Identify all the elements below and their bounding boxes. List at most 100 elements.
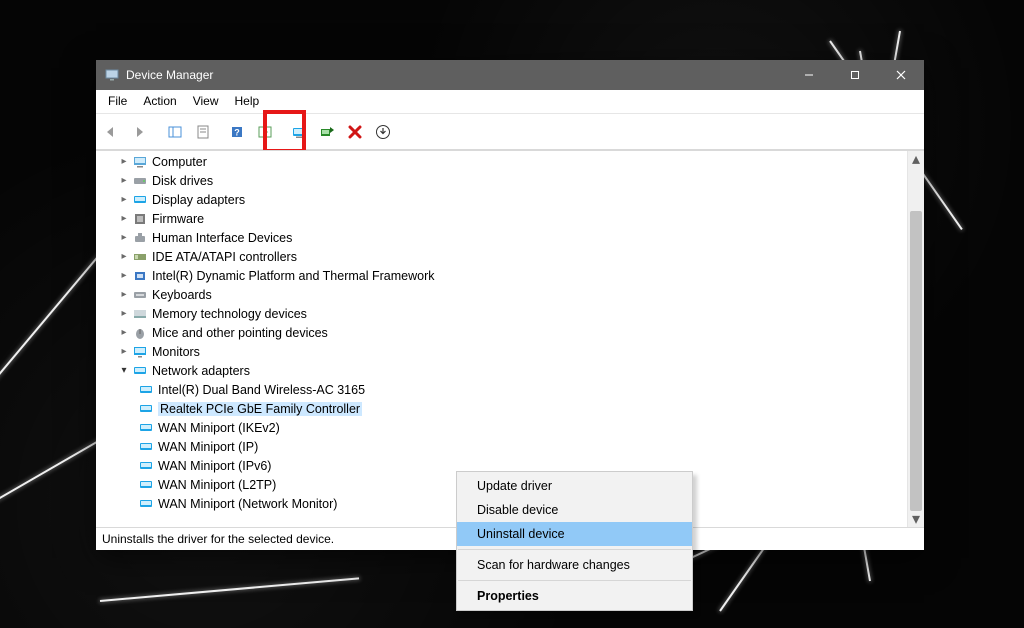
- ctx-scan-hardware[interactable]: Scan for hardware changes: [457, 553, 692, 577]
- network-adapter-icon: [138, 401, 154, 417]
- action-button[interactable]: [252, 119, 278, 145]
- tree-category[interactable]: ▸ IDE ATA/ATAPI controllers: [102, 247, 908, 266]
- tree-category[interactable]: ▸ Disk drives: [102, 171, 908, 190]
- back-button[interactable]: [98, 119, 124, 145]
- tree-category[interactable]: ▾ Network adapters: [102, 361, 908, 380]
- uninstall-device-button[interactable]: [370, 119, 396, 145]
- network-adapter-icon: [138, 382, 154, 398]
- ctx-properties[interactable]: Properties: [457, 584, 692, 608]
- tree-item[interactable]: Intel(R) Dual Band Wireless-AC 3165: [102, 380, 908, 399]
- network-adapter-icon: [138, 496, 154, 512]
- tree-label: Mice and other pointing devices: [152, 326, 328, 340]
- ctx-separator: [458, 580, 691, 581]
- chip-icon: [132, 268, 148, 284]
- chevron-right-icon[interactable]: ▸: [118, 175, 130, 187]
- tree-label: Memory technology devices: [152, 307, 307, 321]
- context-menu: Update driver Disable device Uninstall d…: [456, 471, 693, 611]
- network-adapter-icon: [138, 420, 154, 436]
- chevron-right-icon[interactable]: ▸: [118, 346, 130, 358]
- tree-label: Monitors: [152, 345, 200, 359]
- enable-device-button[interactable]: [314, 119, 340, 145]
- display-adapter-icon: [132, 192, 148, 208]
- monitor-icon: [132, 344, 148, 360]
- tree-label: WAN Miniport (Network Monitor): [158, 497, 337, 511]
- toolbar: ?: [96, 113, 924, 150]
- scroll-thumb[interactable]: [910, 211, 922, 511]
- mouse-icon: [132, 325, 148, 341]
- chevron-right-icon[interactable]: ▸: [118, 289, 130, 301]
- tree-item[interactable]: WAN Miniport (IKEv2): [102, 418, 908, 437]
- menu-view[interactable]: View: [185, 92, 227, 110]
- memory-icon: [132, 306, 148, 322]
- show-hide-tree-button[interactable]: [162, 119, 188, 145]
- status-text: Uninstalls the driver for the selected d…: [102, 532, 334, 546]
- tree-category[interactable]: ▸ Monitors: [102, 342, 908, 361]
- disable-device-button[interactable]: [342, 119, 368, 145]
- vertical-scrollbar[interactable]: ▴ ▾: [907, 151, 924, 527]
- tree-label: WAN Miniport (IP): [158, 440, 258, 454]
- forward-button[interactable]: [126, 119, 152, 145]
- chevron-right-icon[interactable]: ▸: [118, 156, 130, 168]
- menu-bar: File Action View Help: [96, 90, 924, 113]
- menu-help[interactable]: Help: [227, 92, 268, 110]
- tree-item[interactable]: WAN Miniport (IP): [102, 437, 908, 456]
- chevron-right-icon[interactable]: ▸: [118, 270, 130, 282]
- ctx-separator: [458, 549, 691, 550]
- tree-category[interactable]: ▸ Keyboards: [102, 285, 908, 304]
- tree-label: Realtek PCIe GbE Family Controller: [158, 402, 362, 416]
- tree-label: Network adapters: [152, 364, 250, 378]
- update-driver-button[interactable]: [286, 119, 312, 145]
- tree-category[interactable]: ▸ Intel(R) Dynamic Platform and Thermal …: [102, 266, 908, 285]
- tree-label: Disk drives: [152, 174, 213, 188]
- properties-button[interactable]: [190, 119, 216, 145]
- tree-category[interactable]: ▸ Display adapters: [102, 190, 908, 209]
- ctx-uninstall-device[interactable]: Uninstall device: [457, 522, 692, 546]
- tree-label: IDE ATA/ATAPI controllers: [152, 250, 297, 264]
- ide-icon: [132, 249, 148, 265]
- network-adapter-icon: [138, 439, 154, 455]
- tree-label: Human Interface Devices: [152, 231, 292, 245]
- chevron-right-icon[interactable]: ▸: [118, 251, 130, 263]
- ctx-disable-device[interactable]: Disable device: [457, 498, 692, 522]
- tree-category[interactable]: ▸ Mice and other pointing devices: [102, 323, 908, 342]
- network-icon: [132, 363, 148, 379]
- firmware-icon: [132, 211, 148, 227]
- network-adapter-icon: [138, 477, 154, 493]
- chevron-right-icon[interactable]: ▸: [118, 327, 130, 339]
- tree-item-selected[interactable]: Realtek PCIe GbE Family Controller: [102, 399, 908, 418]
- close-button[interactable]: [878, 60, 924, 90]
- network-adapter-icon: [138, 458, 154, 474]
- svg-text:?: ?: [234, 127, 240, 137]
- menu-action[interactable]: Action: [135, 92, 184, 110]
- title-bar[interactable]: Device Manager: [96, 60, 924, 90]
- chevron-right-icon[interactable]: ▸: [118, 308, 130, 320]
- tree-label: WAN Miniport (IPv6): [158, 459, 271, 473]
- window-title: Device Manager: [126, 68, 213, 82]
- hid-icon: [132, 230, 148, 246]
- scroll-down-button[interactable]: ▾: [908, 511, 924, 527]
- tree-label: WAN Miniport (IKEv2): [158, 421, 280, 435]
- tree-label: Intel(R) Dual Band Wireless-AC 3165: [158, 383, 365, 397]
- tree-label: Computer: [152, 155, 207, 169]
- chevron-right-icon[interactable]: ▸: [118, 232, 130, 244]
- tree-label: Intel(R) Dynamic Platform and Thermal Fr…: [152, 269, 434, 283]
- tree-label: Firmware: [152, 212, 204, 226]
- ctx-update-driver[interactable]: Update driver: [457, 474, 692, 498]
- chevron-right-icon[interactable]: ▸: [118, 194, 130, 206]
- minimize-button[interactable]: [786, 60, 832, 90]
- computer-icon: [132, 154, 148, 170]
- maximize-button[interactable]: [832, 60, 878, 90]
- disk-icon: [132, 173, 148, 189]
- tree-category[interactable]: ▸ Human Interface Devices: [102, 228, 908, 247]
- chevron-right-icon[interactable]: ▸: [118, 213, 130, 225]
- chevron-down-icon[interactable]: ▾: [118, 365, 130, 377]
- tree-label: WAN Miniport (L2TP): [158, 478, 276, 492]
- tree-label: Keyboards: [152, 288, 212, 302]
- tree-category[interactable]: ▸ Memory technology devices: [102, 304, 908, 323]
- menu-file[interactable]: File: [100, 92, 135, 110]
- help-button[interactable]: ?: [224, 119, 250, 145]
- tree-category[interactable]: ▸ Computer: [102, 152, 908, 171]
- scroll-up-button[interactable]: ▴: [908, 151, 924, 167]
- tree-category[interactable]: ▸ Firmware: [102, 209, 908, 228]
- app-icon: [104, 67, 120, 83]
